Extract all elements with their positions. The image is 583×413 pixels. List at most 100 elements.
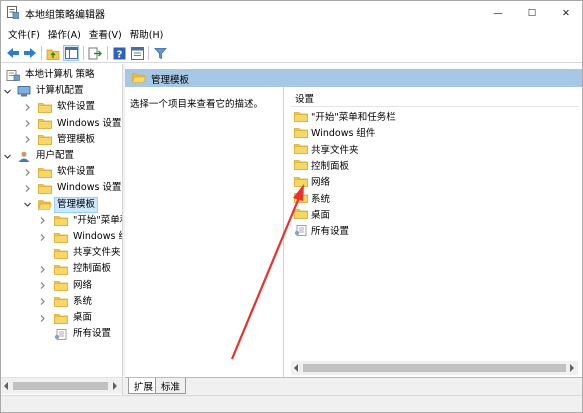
list-item[interactable]: 桌面 xyxy=(291,206,330,222)
tree-item[interactable]: 软件设置 xyxy=(38,99,97,115)
tree-item-label: 所有设置 xyxy=(73,328,112,340)
menu-help[interactable]: 帮助(H) xyxy=(127,25,169,43)
list-item[interactable]: Windows 组件 xyxy=(291,124,375,140)
folder-icon xyxy=(294,208,308,219)
list-item[interactable]: 控制面板 xyxy=(291,157,349,173)
collapsed-chevron-icon[interactable] xyxy=(38,297,47,306)
collapsed-chevron-icon[interactable] xyxy=(38,314,47,323)
tree-item[interactable]: 桌面 xyxy=(54,310,94,326)
tree-item[interactable]: 软件设置 xyxy=(38,164,97,180)
collapsed-chevron-icon[interactable] xyxy=(38,233,47,242)
view-tab-bar: 扩展 标准 xyxy=(125,377,582,395)
collapsed-chevron-icon[interactable] xyxy=(23,184,32,193)
tree-item[interactable]: 用户配置 xyxy=(17,148,76,164)
tree-item[interactable]: Windows 设置 xyxy=(38,180,122,196)
window-title: 本地组策略编辑器 xyxy=(25,10,105,21)
menu-view[interactable]: 查看(V) xyxy=(86,25,127,43)
menu-action[interactable]: 操作(A) xyxy=(45,25,86,43)
column-header-setting[interactable]: 设置 xyxy=(295,91,314,105)
collapsed-chevron-icon[interactable] xyxy=(38,265,47,274)
folder-icon xyxy=(38,183,52,194)
folder-icon xyxy=(38,167,52,178)
list-item[interactable]: 系统 xyxy=(291,190,330,206)
forward-icon[interactable] xyxy=(22,45,38,61)
tree-item-label: Windows 设置 xyxy=(57,182,122,194)
tree-scroll-thumb[interactable] xyxy=(13,382,108,390)
description-text: 选择一个项目来查看它的描述。 xyxy=(130,99,264,110)
tree-item[interactable]: 共享文件夹 xyxy=(54,245,122,261)
up-folder-icon[interactable] xyxy=(45,45,61,61)
scroll-left-icon[interactable] xyxy=(293,364,299,372)
toolbar-separator xyxy=(41,46,42,60)
tree-item[interactable]: 管理模板 xyxy=(38,132,97,148)
collapsed-chevron-icon[interactable] xyxy=(38,216,47,225)
list-item-label: 网络 xyxy=(311,177,331,189)
collapsed-chevron-icon[interactable] xyxy=(23,119,32,128)
tab-standard[interactable]: 标准 xyxy=(155,378,187,394)
details-pane: 管理模板 选择一个项目来查看它的描述。 设置 "开始"菜单和任务栏 Windows… xyxy=(125,64,582,395)
folder-icon xyxy=(54,313,68,324)
details-header: 管理模板 xyxy=(125,69,582,87)
tree-item[interactable]: "开始"菜单和 xyxy=(54,213,122,229)
folder-icon xyxy=(54,280,68,291)
export-list-icon[interactable] xyxy=(87,45,103,61)
folder-icon xyxy=(294,176,308,187)
maximize-button[interactable]: ☐ xyxy=(515,1,549,25)
tree-item[interactable]: 网络 xyxy=(54,278,94,294)
svg-text:?: ? xyxy=(116,49,122,60)
expanded-chevron-icon[interactable] xyxy=(23,200,32,209)
folder-icon xyxy=(294,159,308,170)
tree-item-label: 管理模板 xyxy=(53,196,99,213)
tree-pane: 本地计算机 策略 计算机配置 软件设置 Windows 设置 管理模板 用户配置 软件设置 W… xyxy=(1,64,122,395)
tree-item-label: 控制面板 xyxy=(73,263,112,275)
help-icon[interactable]: ? xyxy=(111,45,127,61)
list-item[interactable]: 网络 xyxy=(291,173,330,189)
collapsed-chevron-icon[interactable] xyxy=(23,135,32,144)
user-icon xyxy=(17,151,31,162)
list-item-label: "开始"菜单和任务栏 xyxy=(311,112,396,123)
tree-item[interactable]: 计算机配置 xyxy=(17,83,86,99)
list-item[interactable]: "开始"菜单和任务栏 xyxy=(291,108,396,124)
list-item[interactable]: 所有设置 xyxy=(291,222,349,238)
collapsed-chevron-icon[interactable] xyxy=(23,103,32,112)
tree-item[interactable]: 控制面板 xyxy=(54,261,113,277)
minimize-button[interactable]: — xyxy=(481,1,515,25)
tree-item[interactable]: Windows 组 xyxy=(54,229,122,245)
app-icon xyxy=(7,6,19,19)
policy-icon xyxy=(6,70,20,81)
expanded-chevron-icon[interactable] xyxy=(3,87,12,96)
scroll-right-icon[interactable] xyxy=(112,382,118,390)
folder-open-icon xyxy=(38,199,52,210)
list-item[interactable]: 共享文件夹 xyxy=(291,141,359,157)
close-button[interactable]: ✕ xyxy=(549,1,583,25)
scroll-right-icon[interactable] xyxy=(569,364,575,372)
tree-item-label: "开始"菜单和 xyxy=(73,214,122,226)
tree-horizontal-scrollbar[interactable] xyxy=(1,377,122,394)
tree-item[interactable]: 系统 xyxy=(54,294,94,310)
collapsed-chevron-icon[interactable] xyxy=(23,168,32,177)
properties-icon[interactable] xyxy=(129,45,145,61)
filter-icon[interactable] xyxy=(152,45,168,61)
list-item-label: 控制面板 xyxy=(311,160,350,172)
toolbar-separator xyxy=(148,46,149,60)
scroll-left-icon[interactable] xyxy=(3,382,9,390)
details-scroll-thumb[interactable] xyxy=(303,364,566,372)
status-bar xyxy=(1,395,582,412)
expanded-chevron-icon[interactable] xyxy=(3,152,12,161)
list-item-label: Windows 组件 xyxy=(311,128,376,140)
back-icon[interactable] xyxy=(5,45,21,61)
details-horizontal-scrollbar[interactable] xyxy=(291,361,578,375)
tree-item[interactable]: 管理模板 xyxy=(38,196,99,213)
show-tree-icon[interactable] xyxy=(63,45,79,61)
all-settings-icon xyxy=(294,225,308,236)
tree-item[interactable]: Windows 设置 xyxy=(38,116,122,132)
folder-icon xyxy=(54,296,68,307)
tree-item[interactable]: 本地计算机 策略 xyxy=(6,67,97,83)
window: 本地组策略编辑器 — ☐ ✕ 文件(F) 操作(A) 查看(V) 帮助(H) ? xyxy=(0,0,583,413)
collapsed-chevron-icon[interactable] xyxy=(38,281,47,290)
tree-item-label: 共享文件夹 xyxy=(73,247,121,259)
tree-item-label: 计算机配置 xyxy=(36,85,84,97)
menu-file[interactable]: 文件(F) xyxy=(5,25,45,43)
folder-icon xyxy=(294,127,308,138)
tree-item[interactable]: 所有设置 xyxy=(54,326,113,342)
